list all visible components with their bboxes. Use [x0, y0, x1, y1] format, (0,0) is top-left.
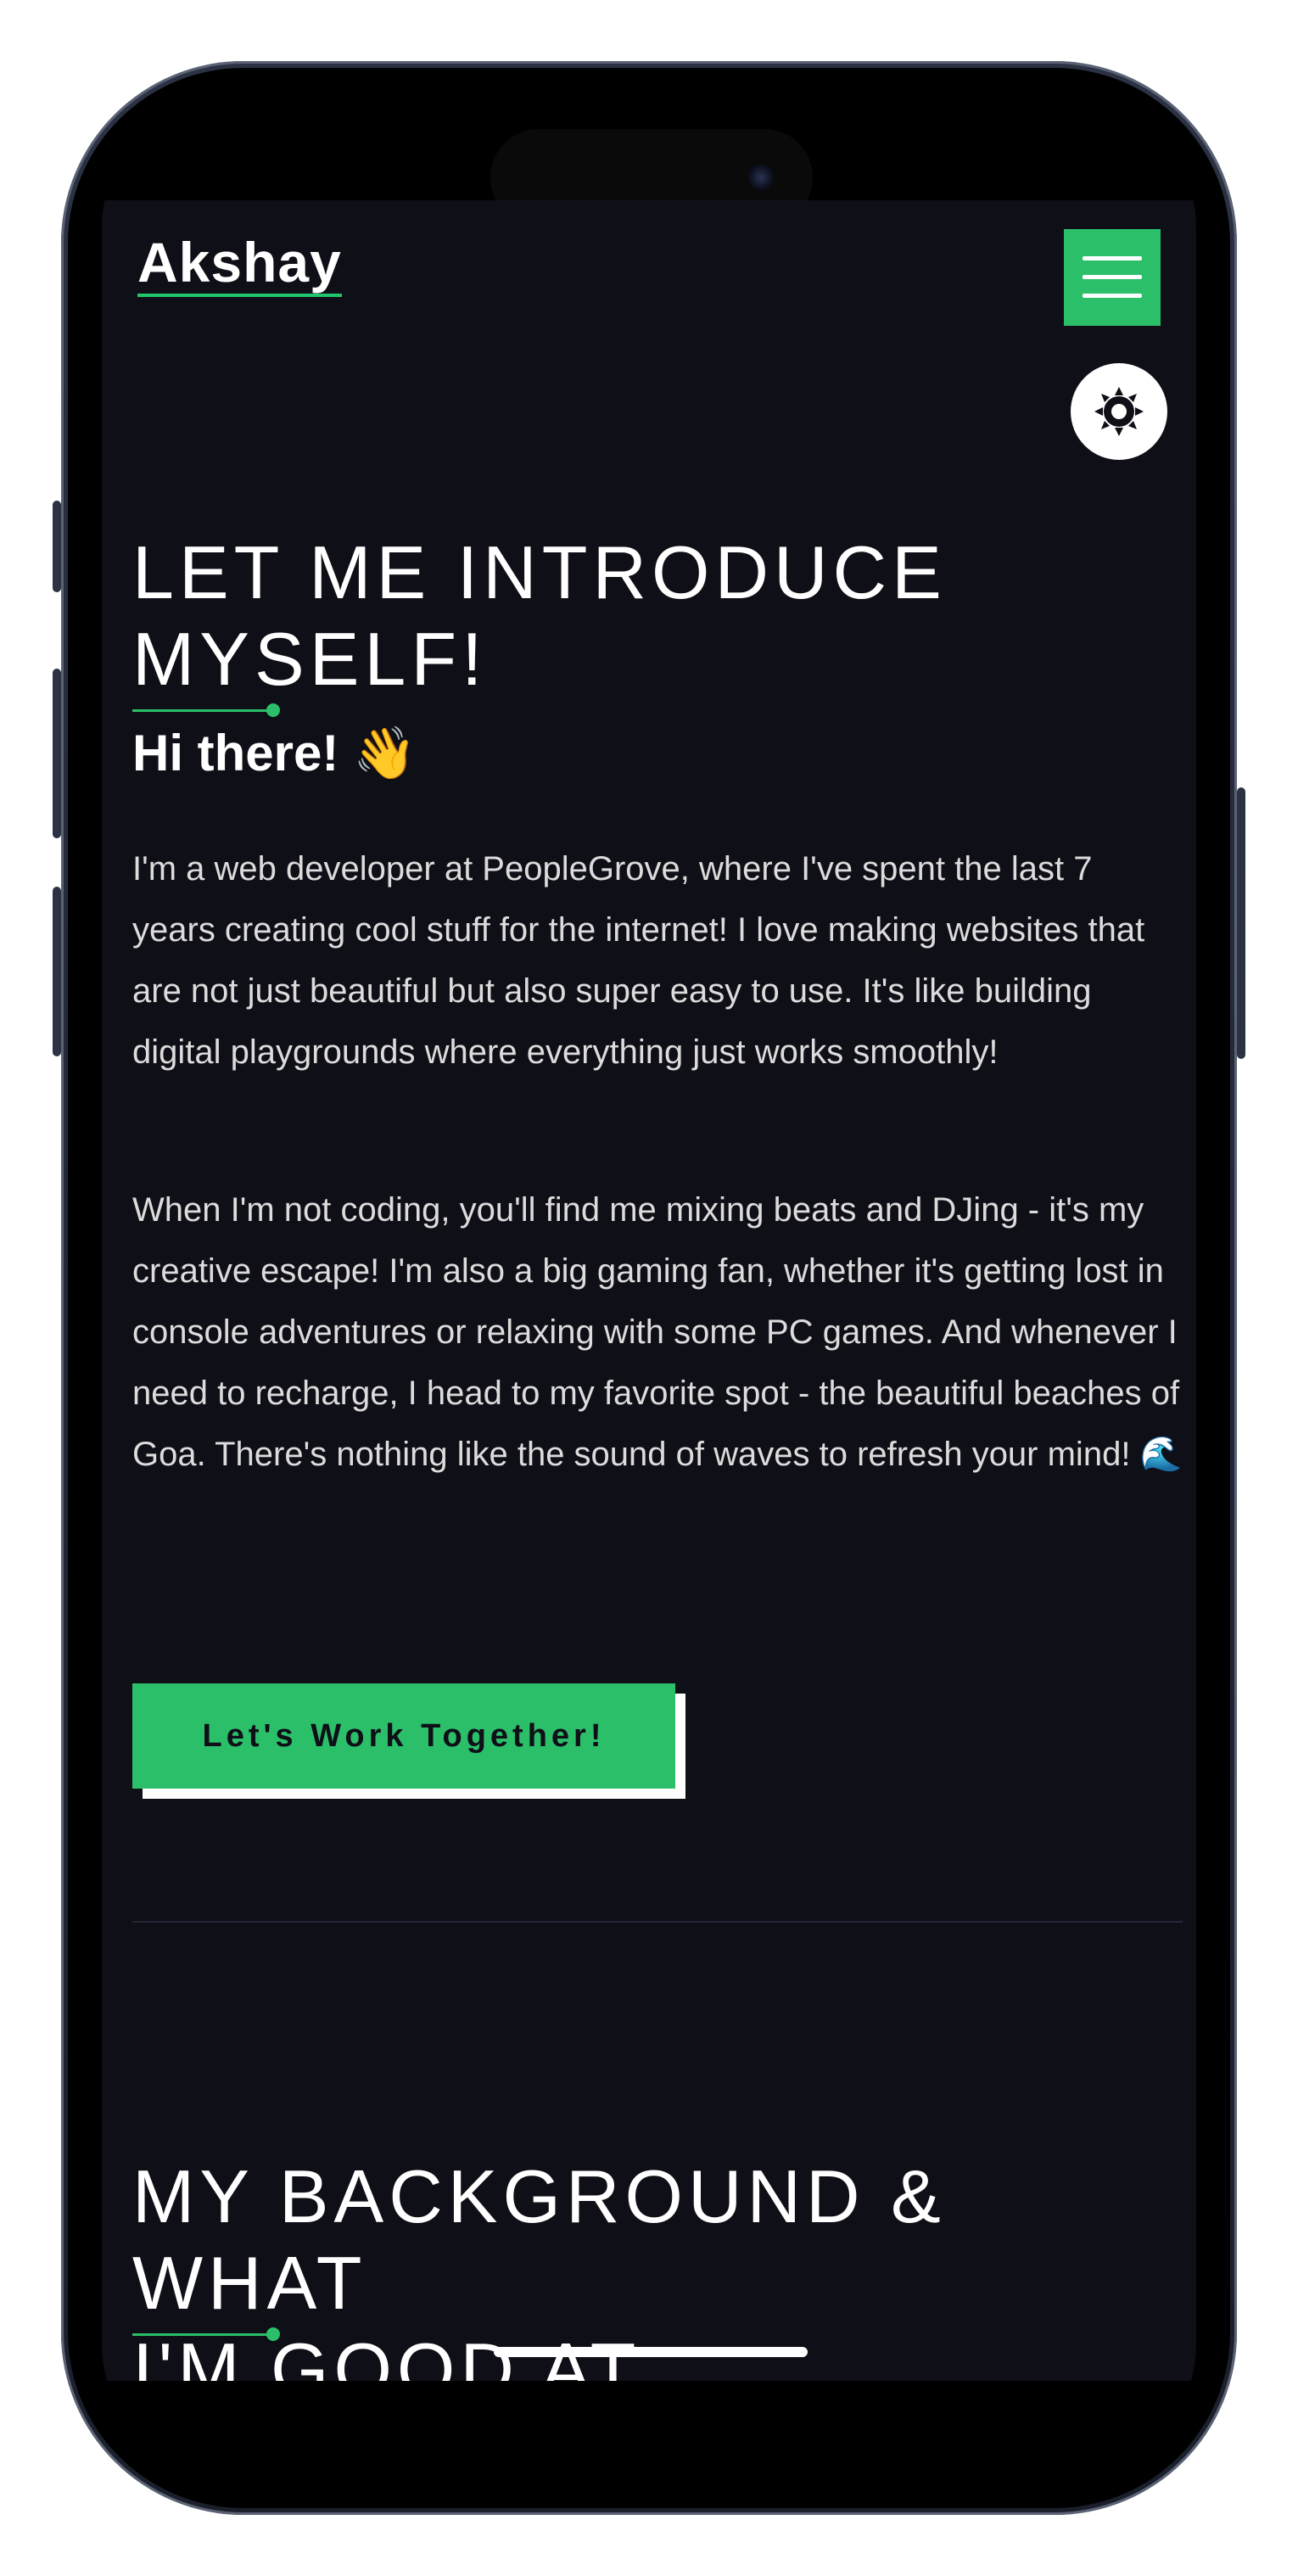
power-button: [1237, 787, 1245, 1059]
intro-paragraph: I'm a web developer at PeopleGrove, wher…: [132, 850, 1145, 1071]
title-underline: [132, 709, 273, 712]
hamburger-menu-icon: [1083, 256, 1142, 260]
hamburger-menu-icon-bar: [1083, 275, 1142, 279]
action-button: [53, 501, 61, 592]
home-indicator[interactable]: [494, 2347, 808, 2357]
section-divider: [132, 1921, 1183, 1923]
title-underline-dot: [266, 703, 280, 717]
hobbies-paragraph: When I'm not coding, you'll find me mixi…: [132, 1191, 1183, 1473]
background-title-line-1: MY BACKGROUND & WHAT: [132, 2154, 946, 2325]
volume-down-button: [53, 887, 61, 1056]
greeting-heading: Hi there! 👋: [132, 725, 417, 781]
about-section-title: LET ME INTRODUCE MYSELF!: [132, 529, 947, 703]
title-underline-dot: [266, 2327, 280, 2341]
sun-icon: [1094, 387, 1144, 436]
title-underline: [132, 2333, 273, 2336]
about-title-line-1: LET ME INTRODUCE: [132, 530, 947, 614]
hamburger-menu-button[interactable]: [1064, 229, 1161, 326]
about-title-line-2: MYSELF!: [132, 617, 488, 701]
hamburger-menu-icon-bar: [1083, 294, 1142, 298]
work-together-button[interactable]: Let's Work Together!: [132, 1683, 675, 1789]
theme-toggle-button[interactable]: [1071, 363, 1167, 460]
volume-up-button: [53, 669, 61, 838]
brand-logo-link[interactable]: Akshay: [137, 234, 342, 297]
camera-icon: [748, 165, 774, 190]
phone-screen: Akshay LET ME INTRODUCE MYSELF! Hi there…: [102, 100, 1196, 2472]
web-page: Akshay LET ME INTRODUCE MYSELF! Hi there…: [102, 200, 1196, 2381]
